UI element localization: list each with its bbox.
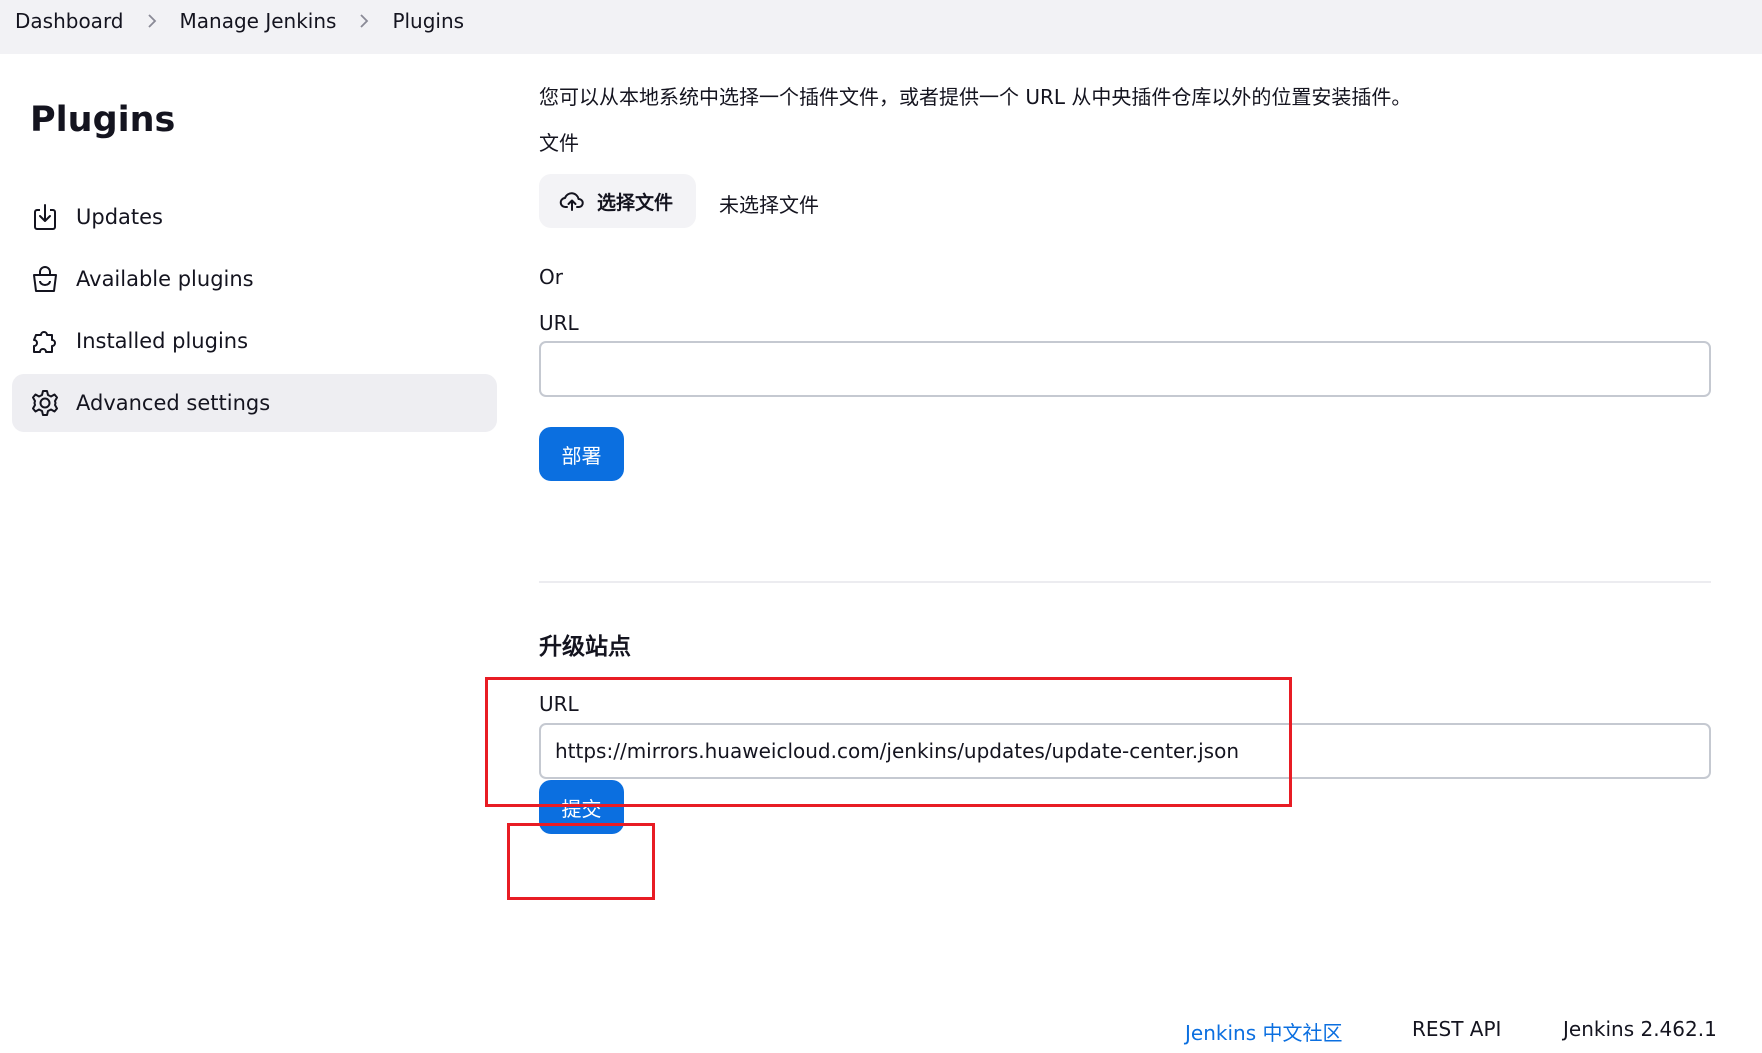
chevron-right-icon (146, 13, 158, 29)
update-site-title: 升级站点 (539, 634, 631, 660)
footer-version[interactable]: Jenkins 2.462.1 (1563, 1017, 1717, 1041)
sidebar-item-label: Updates (76, 205, 163, 229)
deploy-url-label: URL (539, 311, 579, 335)
top-bar: Dashboard Manage Jenkins Plugins (0, 0, 1762, 54)
or-text: Or (539, 265, 563, 289)
sidebar-item-advanced-settings[interactable]: Advanced settings (12, 374, 497, 432)
file-label: 文件 (539, 131, 579, 155)
deploy-intro-text: 您可以从本地系统中选择一个插件文件，或者提供一个 URL 从中央插件仓库以外的位… (539, 85, 1412, 109)
choose-file-button[interactable]: 选择文件 (539, 174, 696, 228)
footer-community-link[interactable]: Jenkins 中文社区 (1185, 1017, 1342, 1046)
sidebar-nav: Updates Available plugins Installed plug… (12, 188, 497, 436)
deploy-button[interactable]: 部署 (539, 427, 624, 481)
cloud-upload-icon (559, 192, 584, 211)
sidebar-item-available-plugins[interactable]: Available plugins (12, 250, 497, 308)
url-highlight-box (485, 677, 1292, 807)
deploy-url-input[interactable] (539, 341, 1711, 397)
choose-file-label: 选择文件 (597, 191, 674, 214)
download-icon (30, 202, 60, 232)
submit-highlight-box (507, 823, 655, 900)
section-divider (539, 581, 1711, 583)
breadcrumb-plugins[interactable]: Plugins (392, 9, 464, 33)
footer-rest-api-link[interactable]: REST API (1412, 1017, 1501, 1041)
sidebar-item-label: Advanced settings (76, 391, 271, 415)
puzzle-piece-icon (30, 326, 60, 356)
breadcrumb: Dashboard Manage Jenkins Plugins (15, 0, 464, 42)
gear-icon (30, 388, 60, 418)
sidebar-item-label: Available plugins (76, 267, 254, 291)
sidebar-item-label: Installed plugins (76, 329, 249, 353)
sidebar-item-updates[interactable]: Updates (12, 188, 497, 246)
shopping-bag-icon (30, 264, 60, 294)
no-file-selected-text: 未选择文件 (719, 193, 819, 217)
breadcrumb-manage-jenkins[interactable]: Manage Jenkins (180, 9, 337, 33)
footer: Jenkins 中文社区 REST API Jenkins 2.462.1 (0, 1017, 1762, 1047)
page-title: Plugins (30, 100, 176, 140)
chevron-right-icon (358, 13, 370, 29)
sidebar-item-installed-plugins[interactable]: Installed plugins (12, 312, 497, 370)
breadcrumb-dashboard[interactable]: Dashboard (15, 9, 124, 33)
